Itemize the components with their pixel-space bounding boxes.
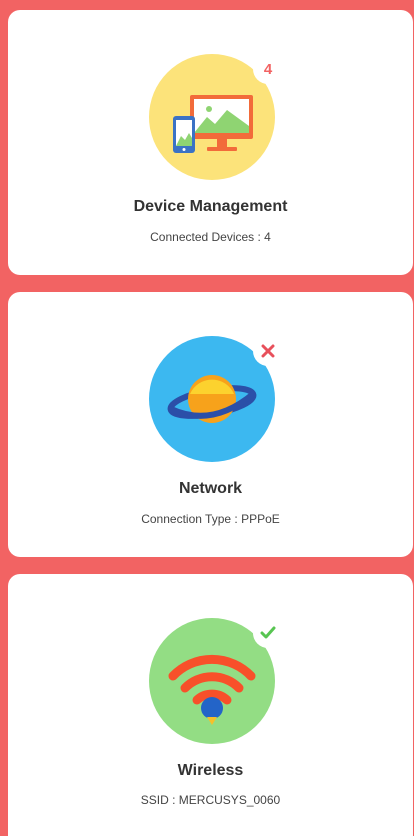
check-icon: [260, 626, 276, 639]
network-status-badge: [253, 336, 283, 366]
close-icon: [261, 344, 275, 358]
wireless-card[interactable]: Wireless SSID : MERCUSYS_0060: [8, 574, 413, 836]
device-management-card[interactable]: 4 Device Management Connected Devices : …: [8, 10, 413, 275]
network-title: Network: [178, 480, 243, 497]
network-icon-wrap: [149, 336, 283, 462]
wireless-icon-wrap: [149, 618, 283, 744]
ssid-text: SSID : MERCUSYS_0060: [140, 793, 281, 807]
device-count-badge: 4: [253, 54, 283, 84]
connection-type-text: Connection Type : PPPoE: [141, 512, 280, 526]
device-management-title: Device Management: [133, 198, 288, 215]
wireless-status-badge: [253, 618, 283, 648]
device-icon-wrap: 4: [149, 54, 283, 180]
connected-devices-text: Connected Devices : 4: [150, 230, 271, 244]
wireless-title: Wireless: [177, 762, 244, 779]
network-card[interactable]: Network Connection Type : PPPoE: [8, 292, 413, 557]
